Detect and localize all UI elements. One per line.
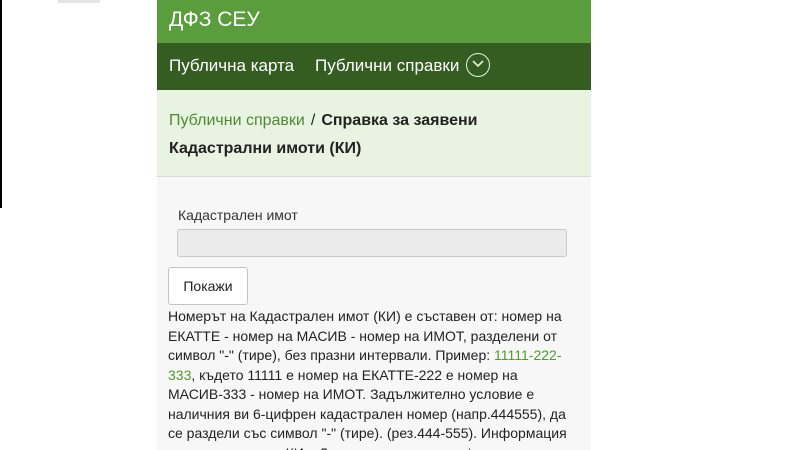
help-text: Номерът на Кадастрален имот (КИ) е съста…: [168, 307, 580, 450]
breadcrumb: Публични справки / Справка за заявени Када…: [157, 90, 591, 177]
window-edge: [0, 0, 2, 208]
app-title[interactable]: ДФЗ СЕУ: [169, 8, 260, 32]
report-form: Кадастрален имот Покажи Номерът на Кадас…: [157, 177, 591, 450]
nav-public-reports[interactable]: Публични справки: [315, 56, 459, 76]
show-button[interactable]: Покажи: [168, 267, 248, 305]
nav-public-map[interactable]: Публична карта: [169, 56, 294, 76]
cadastral-property-input[interactable]: [177, 229, 567, 257]
breadcrumb-separator: /: [310, 112, 316, 129]
breadcrumb-link-public-reports[interactable]: Публични справки: [169, 112, 305, 129]
help-text-part2: , където 11111 е номер на ЕКАТТЕ-222 е н…: [168, 366, 567, 450]
app-page: ДФЗ СЕУ Публична карта Публични справки …: [157, 0, 591, 450]
chevron-down-icon[interactable]: [466, 53, 490, 77]
background-fragment: [58, 0, 100, 3]
cadastral-property-label: Кадастрален имот: [178, 207, 298, 223]
main-nav: Публична карта Публични справки: [157, 43, 591, 90]
brand-header: ДФЗ СЕУ: [157, 0, 591, 43]
